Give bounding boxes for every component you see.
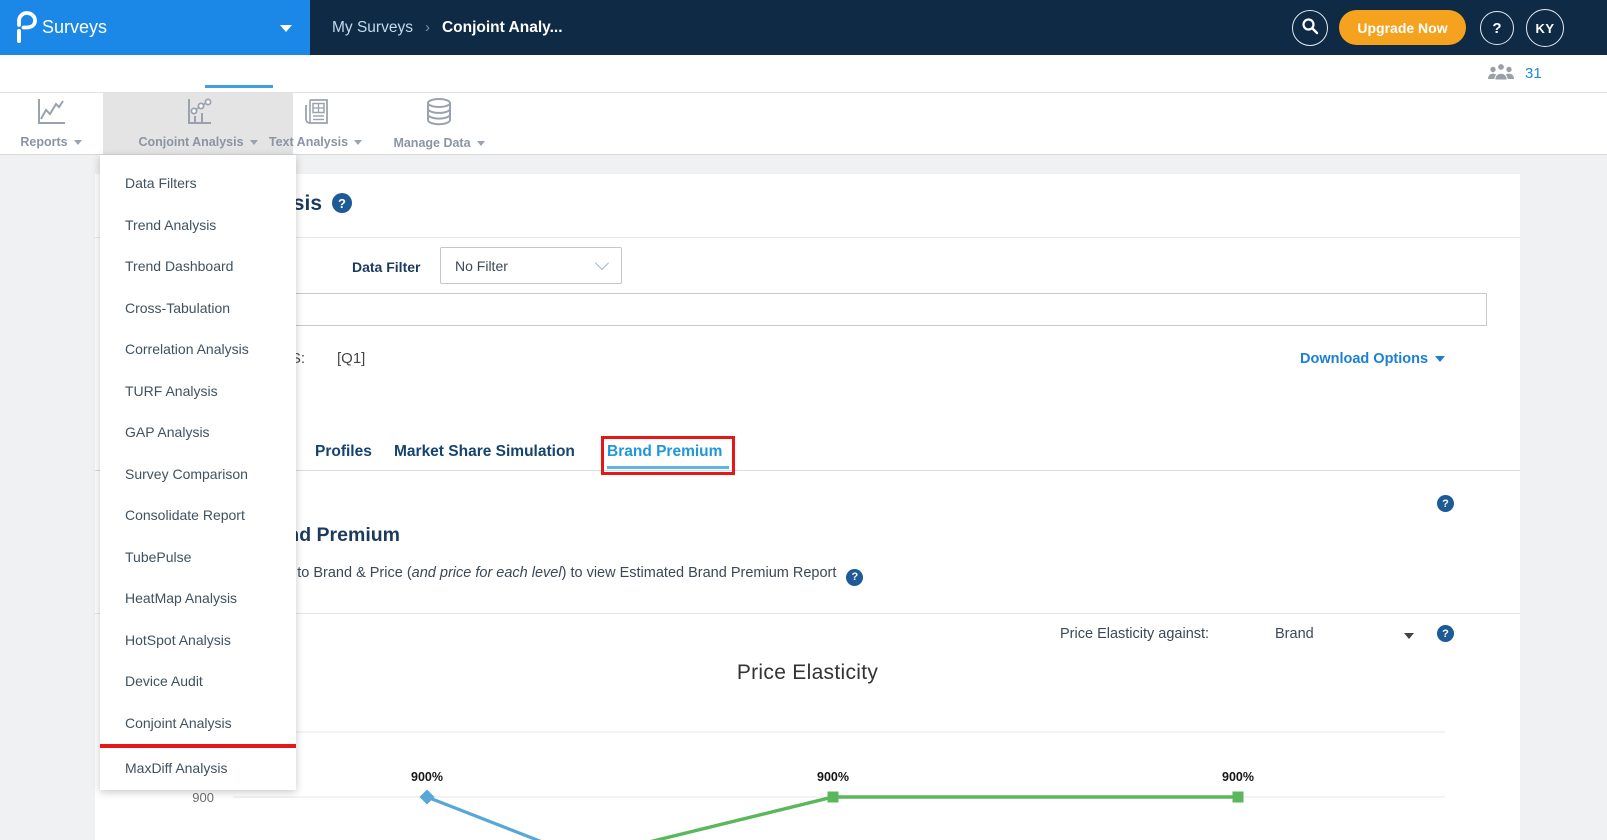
tab-market-share-simulation[interactable]: Market Share Simulation: [394, 443, 575, 461]
toolbar-conjoint-label: Conjoint Analysis: [138, 135, 244, 149]
search-button[interactable]: [1292, 10, 1328, 46]
download-options-label: Download Options: [1300, 351, 1429, 367]
data-filter-select[interactable]: No Filter: [440, 247, 622, 284]
title-divider: [95, 237, 1520, 238]
tab-profiles[interactable]: Profiles: [315, 443, 372, 461]
news-doc-icon: [301, 98, 331, 131]
top-bar: Surveys My Surveys › Conjoint Analy... U…: [0, 0, 1607, 55]
menu-item-survey-comparison[interactable]: Survey Comparison: [100, 454, 296, 496]
data-point-label: 900%: [1222, 770, 1254, 784]
menu-item-gap-analysis[interactable]: GAP Analysis: [100, 412, 296, 454]
menu-item-consolidate-report[interactable]: Consolidate Report: [100, 495, 296, 537]
chevron-down-icon: [476, 140, 485, 146]
tab-row-border: [95, 470, 1520, 471]
avatar[interactable]: KY: [1526, 9, 1564, 47]
brand-premium-annotation-box: [601, 436, 735, 475]
section-divider: [95, 613, 1520, 614]
menu-item-trend-dashboard[interactable]: Trend Dashboard: [100, 246, 296, 288]
menu-item-turf-analysis[interactable]: TURF Analysis: [100, 371, 296, 413]
chevron-down-icon[interactable]: [1404, 633, 1414, 639]
y-axis-tick-label: 900: [192, 790, 214, 805]
chevron-down-icon: [73, 139, 82, 145]
price-elasticity-against-label: Price Elasticity against:: [1060, 626, 1210, 642]
note-suffix: ) to view Estimated Brand Premium Report: [561, 565, 837, 581]
breadcrumb-my-surveys[interactable]: My Surveys: [332, 19, 413, 37]
menu-item-heatmap-analysis[interactable]: HeatMap Analysis: [100, 578, 296, 620]
product-name: Surveys: [42, 17, 108, 37]
menu-item-maxdiff-analysis[interactable]: MaxDiff Analysis: [100, 748, 296, 790]
respondent-count-value: 31: [1525, 65, 1542, 82]
breadcrumb-separator: ›: [424, 19, 430, 36]
respondent-count[interactable]: 31: [1486, 62, 1542, 85]
chart-title: Price Elasticity: [736, 661, 879, 684]
menu-item-device-audit[interactable]: Device Audit: [100, 661, 296, 703]
product-switcher[interactable]: Surveys: [0, 0, 310, 55]
search-icon: [1300, 16, 1320, 41]
menu-item-trend-analysis[interactable]: Trend Analysis: [100, 205, 296, 247]
toolbar-reports-label: Reports: [20, 135, 68, 149]
data-point-label: 900%: [817, 770, 849, 784]
chevron-down-icon: [249, 139, 258, 145]
menu-item-correlation-analysis[interactable]: Correlation Analysis: [100, 329, 296, 371]
menu-item-conjoint-analysis[interactable]: Conjoint Analysis: [100, 703, 296, 745]
menu-item-hotspot-analysis[interactable]: HotSpot Analysis: [100, 620, 296, 662]
menu-item-data-filters[interactable]: Data Filters: [100, 163, 296, 205]
chevron-down-icon: [594, 255, 610, 271]
toolbar-manage-data-label: Manage Data: [393, 136, 471, 150]
toolbar-reports[interactable]: Reports: [8, 93, 94, 154]
data-point-label: 900%: [411, 770, 443, 784]
group-icon: [1486, 62, 1516, 85]
active-nav-underline: [205, 85, 273, 88]
data-filter-value: No Filter: [455, 257, 508, 274]
content-panel: [95, 174, 1520, 840]
price-elasticity-against-value[interactable]: Brand: [1275, 626, 1314, 642]
menu-item-cross-tabulation[interactable]: Cross-Tabulation: [100, 288, 296, 330]
breadcrumb: My Surveys › Conjoint Analy...: [332, 0, 563, 55]
section-help-icon[interactable]: ?: [1437, 495, 1454, 512]
upgrade-now-button[interactable]: Upgrade Now: [1339, 10, 1466, 45]
chevron-down-icon: [354, 139, 363, 145]
conjoint-analysis-dropdown-menu: Data Filters Trend Analysis Trend Dashbo…: [100, 155, 296, 790]
note-italic: and price for each level: [411, 565, 562, 581]
toolbar-manage-data[interactable]: Manage Data: [383, 93, 495, 154]
question-selector-bar[interactable]: [112, 293, 1487, 326]
chevron-down-icon: [280, 25, 292, 32]
scatter-chart-icon: [181, 98, 215, 131]
download-options-button[interactable]: Download Options: [1300, 351, 1446, 367]
elasticity-help-icon[interactable]: ?: [1437, 625, 1454, 642]
questionpro-logo-icon: [13, 10, 39, 49]
questions-value: [Q1]: [337, 350, 366, 367]
chevron-down-icon: [1435, 356, 1446, 362]
note-help-icon[interactable]: ?: [846, 568, 864, 586]
menu-item-tubepulse[interactable]: TubePulse: [100, 537, 296, 579]
help-button[interactable]: ?: [1480, 11, 1514, 45]
line-chart-icon: [34, 98, 68, 131]
breadcrumb-current: Conjoint Analy...: [441, 18, 563, 36]
database-icon: [422, 97, 456, 132]
toolbar-text-analysis[interactable]: Text Analysis: [258, 93, 373, 154]
data-filter-label: Data Filter: [352, 259, 421, 275]
toolbar-text-analysis-label: Text Analysis: [268, 135, 349, 149]
title-help-icon[interactable]: ?: [332, 193, 352, 213]
